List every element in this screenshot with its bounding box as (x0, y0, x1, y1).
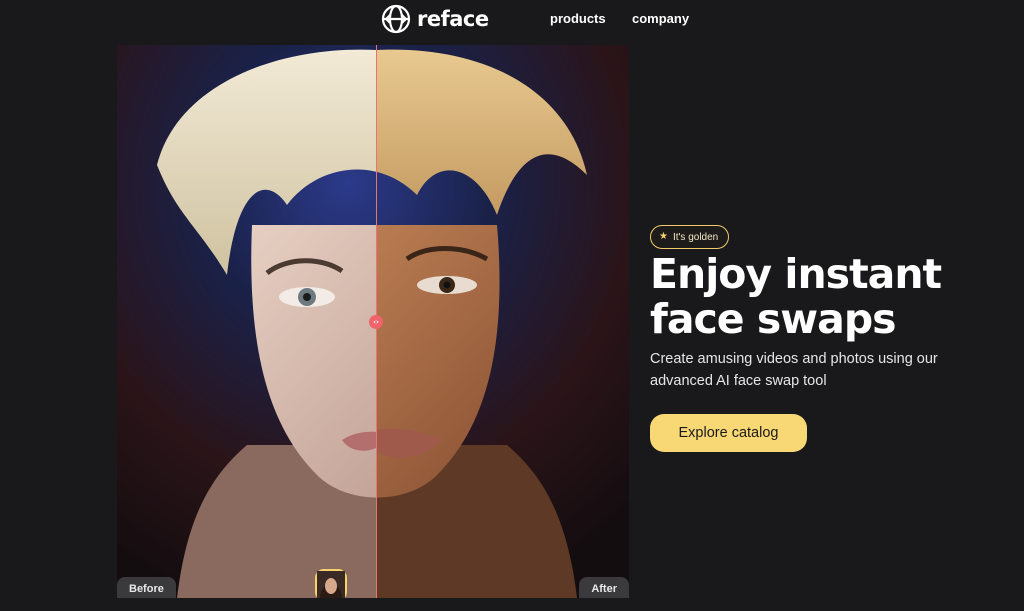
logo-text: reface (417, 7, 489, 31)
nav-company[interactable]: company (632, 11, 689, 26)
slider-handle[interactable]: ‹› (369, 315, 383, 329)
page: reface products company ‹› Before After … (0, 0, 1024, 611)
before-label: Before (117, 577, 176, 598)
badge-text: It's golden (672, 231, 719, 243)
explore-catalog-button[interactable]: Explore catalog (650, 414, 807, 452)
face-thumbnails (315, 569, 417, 598)
nav-products[interactable]: products (550, 11, 606, 26)
star-icon: ★ (659, 231, 668, 242)
site-header: reface products company (0, 0, 1024, 40)
hero-headline: Enjoy instant face swaps (650, 250, 942, 343)
logo-icon (381, 4, 411, 34)
before-after-viewer[interactable]: ‹› Before After (117, 45, 629, 598)
hero-subtitle: Create amusing videos and photos using o… (650, 351, 938, 389)
thumbnail-pale-man[interactable] (317, 571, 381, 598)
thumbnail-dark-hair-woman[interactable] (317, 571, 417, 598)
after-label: After (579, 577, 629, 598)
reface-logo[interactable]: reface (381, 4, 489, 34)
golden-badge: ★ It's golden (650, 225, 730, 249)
